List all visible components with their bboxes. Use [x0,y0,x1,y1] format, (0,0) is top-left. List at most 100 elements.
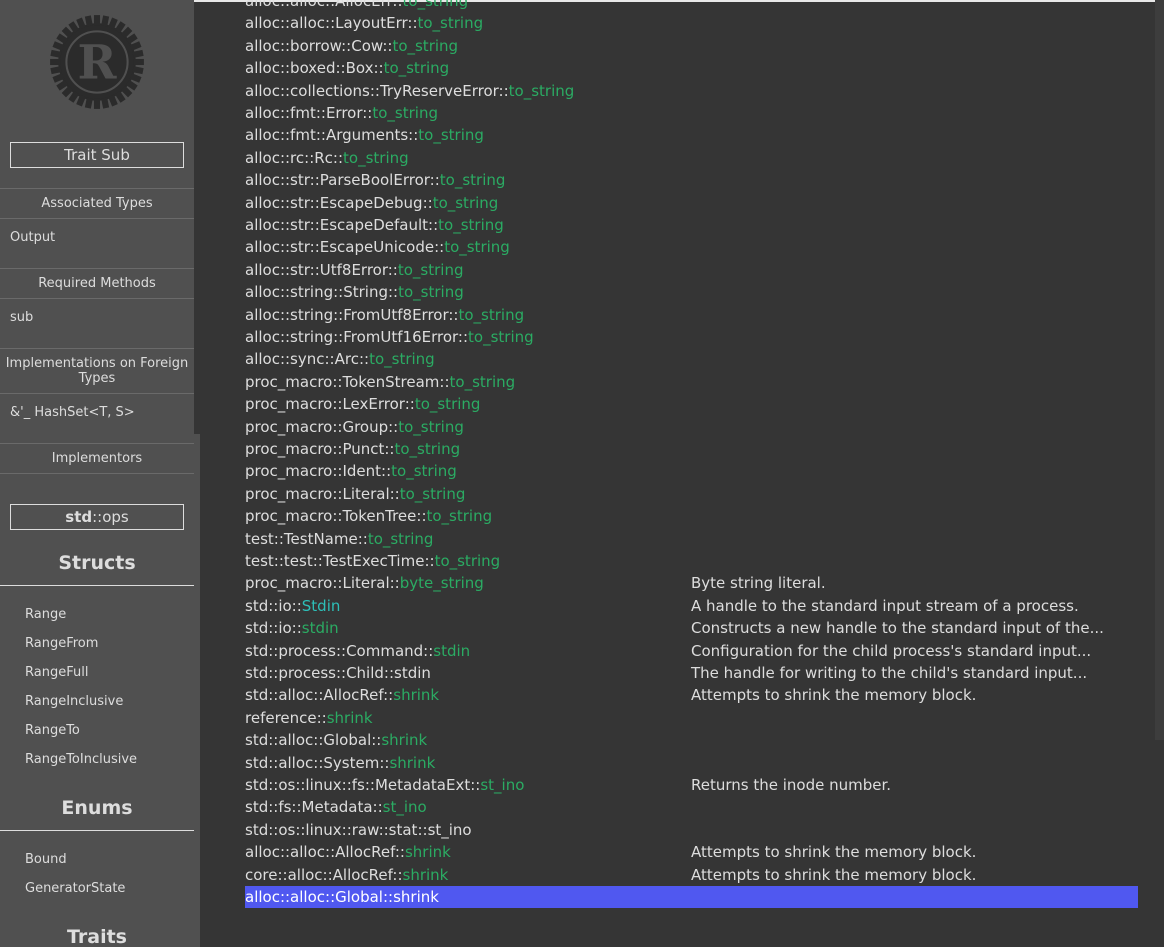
struct-link[interactable]: RangeTo [25,723,80,738]
result-row[interactable]: std::alloc::AllocRef::shrink Attempts to … [245,684,1138,706]
result-name[interactable]: shrink [381,731,427,749]
result-name[interactable]: to_string [384,59,450,77]
result-name[interactable]: to_string [468,328,534,346]
sidebar-heading-foreign-impls[interactable]: Implementations on Foreign Types [0,348,194,394]
result-name[interactable]: to_string [435,552,501,570]
module-crate-link[interactable]: std [65,508,92,526]
result-name[interactable]: to_string [369,350,435,368]
result-name[interactable]: to_string [440,171,506,189]
result-row[interactable]: core::alloc::AllocRef::shrink Attempts to… [245,864,1138,886]
result-row[interactable]: alloc::str::Utf8Error::to_string [245,259,1138,281]
result-name[interactable]: to_string [444,238,510,256]
structs-heading[interactable]: Structs [0,552,194,574]
result-name[interactable]: shrink [393,888,439,906]
result-row[interactable]: alloc::alloc::Global::shrink [245,886,1138,908]
result-row[interactable]: alloc::fmt::Arguments::to_string [245,124,1138,146]
result-row[interactable]: alloc::str::EscapeDebug::to_string [245,192,1138,214]
result-name[interactable]: to_string [391,462,457,480]
struct-link[interactable]: Range [25,607,66,622]
result-name[interactable]: to_string [415,395,481,413]
struct-link[interactable]: RangeToInclusive [25,752,137,767]
result-row[interactable]: std::alloc::System::shrink [245,752,1138,774]
result-row[interactable]: std::io::Stdin A handle to the standard i… [245,595,1138,617]
scrollbar[interactable] [1155,0,1164,740]
result-name[interactable]: to_string [398,418,464,436]
result-name[interactable]: to_string [418,14,484,32]
sidebar-heading-associated-types[interactable]: Associated Types [0,188,194,219]
result-name[interactable]: to_string [427,507,493,525]
result-name[interactable]: byte_string [400,574,484,592]
sidebar-item-output[interactable]: Output [10,230,55,245]
result-row[interactable]: alloc::collections::TryReserveError::to_… [245,80,1138,102]
result-row[interactable]: test::test::TestExecTime::to_string [245,550,1138,572]
result-row[interactable]: alloc::str::EscapeDefault::to_string [245,214,1138,236]
result-row[interactable]: proc_macro::TokenTree::to_string [245,505,1138,527]
result-name[interactable]: st_ino [480,776,524,794]
result-name[interactable]: stdin [302,619,339,637]
result-name[interactable]: to_string [458,306,524,324]
result-row[interactable]: proc_macro::LexError::to_string [245,393,1138,415]
result-name[interactable]: to_string [398,283,464,301]
result-row[interactable]: alloc::sync::Arc::to_string [245,348,1138,370]
result-row[interactable]: std::os::linux::raw::stat::st_ino [245,819,1138,841]
traits-heading[interactable]: Traits [0,926,194,947]
result-name[interactable]: to_string [450,373,516,391]
enums-heading[interactable]: Enums [0,797,194,819]
result-name[interactable]: to_string [418,126,484,144]
result-name[interactable]: Stdin [302,597,341,615]
result-name[interactable]: to_string [398,261,464,279]
result-row[interactable]: alloc::alloc::LayoutErr::to_string [245,12,1138,34]
result-name[interactable]: shrink [403,866,449,884]
result-row[interactable]: alloc::borrow::Cow::to_string [245,35,1138,57]
result-name[interactable]: to_string [438,216,504,234]
result-row[interactable]: alloc::rc::Rc::to_string [245,147,1138,169]
result-name[interactable]: to_string [509,82,575,100]
result-row[interactable]: proc_macro::Group::to_string [245,416,1138,438]
result-row[interactable]: alloc::string::FromUtf16Error::to_string [245,326,1138,348]
enum-link[interactable]: Bound [25,852,67,867]
result-row[interactable]: alloc::boxed::Box::to_string [245,57,1138,79]
result-name[interactable]: to_string [343,149,409,167]
enum-link[interactable]: GeneratorState [25,881,125,896]
result-name[interactable]: stdin [394,664,431,682]
result-name[interactable]: stdin [433,642,470,660]
struct-link[interactable]: RangeInclusive [25,694,123,709]
result-row[interactable]: std::os::linux::fs::MetadataExt::st_ino R… [245,774,1138,796]
sidebar-heading-implementors[interactable]: Implementors [0,443,194,474]
result-name[interactable]: shrink [405,843,451,861]
result-name[interactable]: to_string [400,485,466,503]
rust-logo[interactable]: R [46,11,148,113]
result-row[interactable]: proc_macro::Ident::to_string [245,460,1138,482]
sidebar-heading-required-methods[interactable]: Required Methods [0,268,194,299]
struct-link[interactable]: RangeFrom [25,636,98,651]
result-name[interactable]: shrink [327,709,373,727]
result-row[interactable]: std::process::Command::stdin Configuratio… [245,640,1138,662]
result-name[interactable]: to_string [368,530,434,548]
result-row[interactable]: proc_macro::Punct::to_string [245,438,1138,460]
result-name[interactable]: to_string [403,0,469,10]
result-row[interactable]: alloc::string::String::to_string [245,281,1138,303]
sidebar-item-sub[interactable]: sub [10,310,33,325]
result-row[interactable]: proc_macro::TokenStream::to_string [245,371,1138,393]
result-row[interactable]: std::process::Child::stdin The handle for… [245,662,1138,684]
result-name[interactable]: shrink [393,686,439,704]
result-name[interactable]: to_string [372,104,438,122]
result-row[interactable]: std::fs::Metadata::st_ino [245,796,1138,818]
result-row[interactable]: alloc::alloc::AllocErr::to_string [245,0,1138,12]
result-row[interactable]: alloc::str::ParseBoolError::to_string [245,169,1138,191]
result-row[interactable]: proc_macro::Literal::byte_string Byte str… [245,572,1138,594]
result-row[interactable]: reference::shrink [245,707,1138,729]
result-row[interactable]: alloc::alloc::AllocRef::shrink Attempts t… [245,841,1138,863]
trait-title-box[interactable]: Trait Sub [10,142,184,168]
sidebar-item-hashset[interactable]: &'_ HashSet<T, S> [10,405,135,420]
result-name[interactable]: to_string [395,440,461,458]
result-name[interactable]: st_ino [383,798,427,816]
result-row[interactable]: test::TestName::to_string [245,528,1138,550]
result-name[interactable]: to_string [392,37,458,55]
module-box[interactable]: std::ops [10,504,184,530]
result-row[interactable]: alloc::fmt::Error::to_string [245,102,1138,124]
result-name[interactable]: shrink [389,754,435,772]
result-name[interactable]: to_string [433,194,499,212]
result-row[interactable]: proc_macro::Literal::to_string [245,483,1138,505]
result-row[interactable]: alloc::str::EscapeUnicode::to_string [245,236,1138,258]
